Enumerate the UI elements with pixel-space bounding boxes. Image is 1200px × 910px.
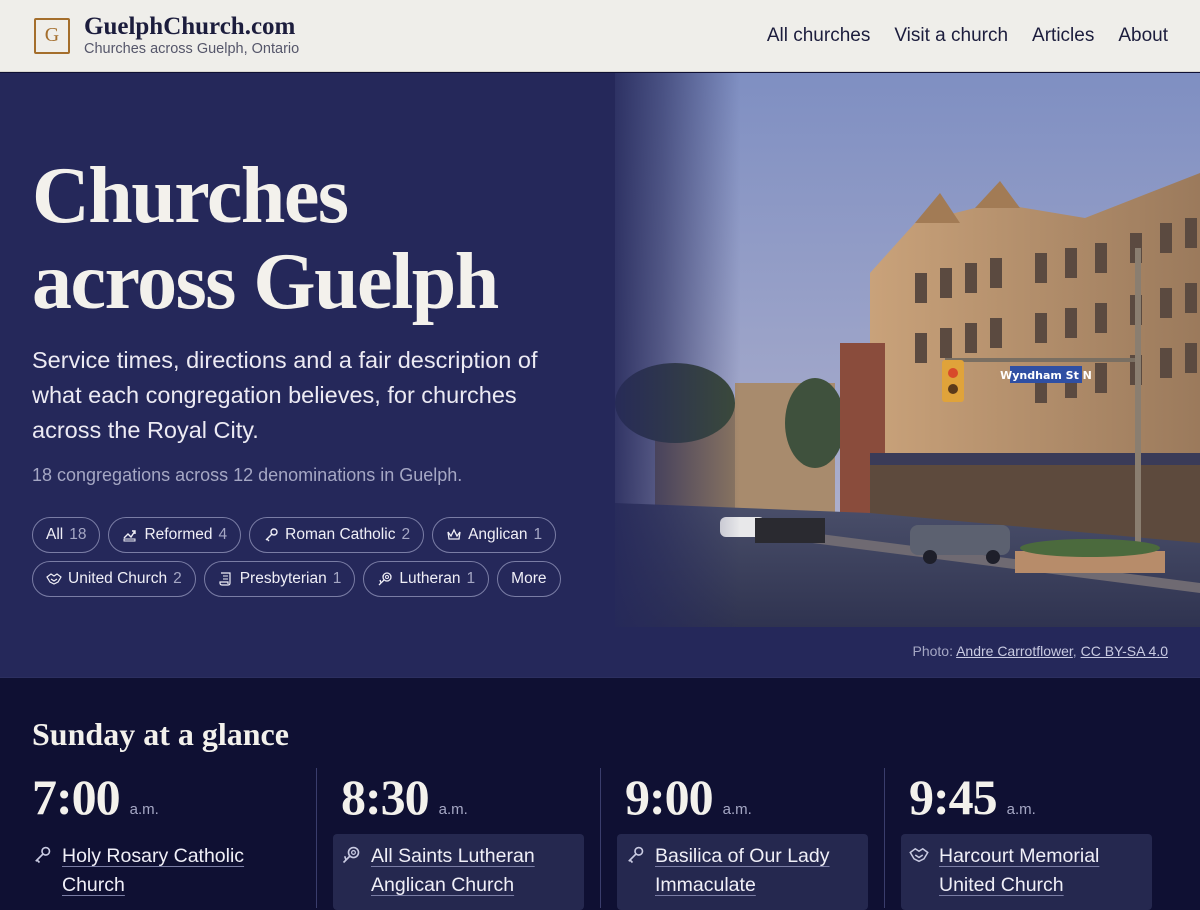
church-name-line-1: Harcourt Memorial [939,845,1100,867]
brand-link[interactable]: G GuelphChurch.com Churches across Guelp… [34,12,300,58]
brand-text: GuelphChurch.com Churches across Guelph,… [84,12,300,58]
street-sign-text: Wyndham St N [1000,369,1092,382]
slot-hour: 9:45 [909,769,998,825]
slot-ampm: a.m. [438,801,468,818]
chip-label: Reformed [144,526,213,543]
chip-label: Anglican [468,526,528,543]
reformed-icon [123,530,137,542]
service-link[interactable]: Basilica of Our Lady Immaculate [617,834,868,910]
slot-hour: 9:00 [625,769,714,825]
hero-lead: Service times, directions and a fair des… [32,347,538,443]
chip-anglican[interactable]: Anglican 1 [432,517,557,553]
credit-prefix: Photo: [912,643,957,659]
service-slot: 9:00 a.m. Basilica of Our Lady Immaculat… [617,768,868,910]
chip-label: More [511,570,547,587]
rose-icon [342,846,360,864]
chip-label: United Church [68,570,168,587]
church-name-line-2: Church [62,874,125,896]
credit-separator: , [1072,643,1081,659]
chip-united-church[interactable]: United Church 2 [32,561,196,597]
chip-more[interactable]: More [497,561,561,597]
site-header: G GuelphChurch.com Churches across Guelp… [0,0,1200,72]
service-slot: 8:30 a.m. All Saints Lutheran Anglican C… [333,768,584,910]
hero-section: Wyndham St N Churches across Guelph Serv… [0,73,1200,677]
service-slot: 7:00 a.m. Holy Rosary Catholic Church [32,768,283,908]
logo-icon: G [34,17,70,54]
slot-time: 9:00 a.m. [617,768,868,826]
rose-icon [378,572,392,586]
chip-lutheran[interactable]: Lutheran 1 [363,561,490,597]
slot-hour: 8:30 [341,769,430,825]
church-name: Harcourt Memorial United Church [939,842,1099,900]
nav-about[interactable]: About [1118,25,1168,47]
slot-time: 9:45 a.m. [901,768,1152,826]
hero-photo-fade [600,73,740,627]
service-slot: 9:45 a.m. Harcourt Memorial United Churc… [901,768,1152,910]
credit-license-link[interactable]: CC BY-SA 4.0 [1081,643,1168,659]
crown-icon [447,528,461,540]
photo-credit: Photo: Andre Carrotflower, CC BY-SA 4.0 [912,643,1168,659]
slot-ampm: a.m. [722,801,752,818]
chip-all[interactable]: All 18 [32,517,101,553]
congregation-count: 18 congregations across 12 denominations… [32,465,463,485]
slot-divider [600,768,601,908]
church-name: All Saints Lutheran Anglican Church [371,842,535,900]
denomination-filter: All 18 Reformed 4 Roman Catholic 2 Angli… [32,517,592,597]
chip-reformed[interactable]: Reformed 4 [108,517,242,553]
chip-count: 2 [401,526,411,543]
key-icon [265,528,278,542]
service-link[interactable]: All Saints Lutheran Anglican Church [333,834,584,910]
slot-ampm: a.m. [129,801,159,818]
site-name: GuelphChurch.com [84,12,296,40]
slot-time: 7:00 a.m. [32,768,283,826]
slot-ampm: a.m. [1006,801,1036,818]
nav-visit-a-church[interactable]: Visit a church [894,25,1008,47]
chip-label: Lutheran [399,570,461,587]
church-name-line-1: Basilica of Our Lady [655,845,830,867]
nav-articles[interactable]: Articles [1032,25,1094,47]
chip-roman-catholic[interactable]: Roman Catholic 2 [249,517,425,553]
chip-label: All [46,526,64,543]
nav-all-churches[interactable]: All churches [767,25,871,47]
church-name: Holy Rosary Catholic Church [62,842,244,900]
chip-label: Roman Catholic [285,526,396,543]
key-icon [628,846,644,864]
site-tagline: Churches across Guelph, Ontario [84,40,300,57]
church-name-line-1: Holy Rosary Catholic [62,845,245,867]
hero-title: Churches across Guelph [32,153,592,325]
hero-title-line-2: across Guelph [32,238,499,326]
slot-divider [316,768,317,908]
hero-title-line-1: Churches [32,152,349,240]
service-link[interactable]: Holy Rosary Catholic Church [32,834,283,910]
slot-divider [884,768,885,908]
chip-presbyterian[interactable]: Presbyterian 1 [203,561,356,597]
church-name-line-2: Immaculate [655,874,756,896]
chip-count: 2 [173,570,182,587]
service-link[interactable]: Harcourt Memorial United Church [901,834,1152,910]
main-nav: All churches Visit a church Articles Abo… [767,25,1168,47]
scroll-icon [219,572,231,586]
chip-count: 4 [218,526,228,543]
chip-count: 18 [69,526,87,543]
chip-label: Presbyterian [239,570,327,587]
handshake-icon [909,847,929,863]
church-name-line-2: United Church [939,874,1064,896]
slot-time: 8:30 a.m. [333,768,584,826]
church-name: Basilica of Our Lady Immaculate [655,842,830,900]
chip-count: 1 [332,570,342,587]
chip-count: 1 [466,570,476,587]
church-name-line-2: Anglican Church [371,874,515,896]
sunday-at-a-glance: Sunday at a glance 7:00 a.m. Holy Rosary… [0,677,1200,910]
chip-count: 1 [533,526,543,543]
key-icon [35,846,51,864]
credit-author-link[interactable]: Andre Carrotflower [956,643,1073,659]
slot-hour: 7:00 [32,769,121,825]
church-name-line-1: All Saints Lutheran [371,845,535,867]
handshake-icon [46,573,62,585]
sunday-title: Sunday at a glance [32,716,289,752]
